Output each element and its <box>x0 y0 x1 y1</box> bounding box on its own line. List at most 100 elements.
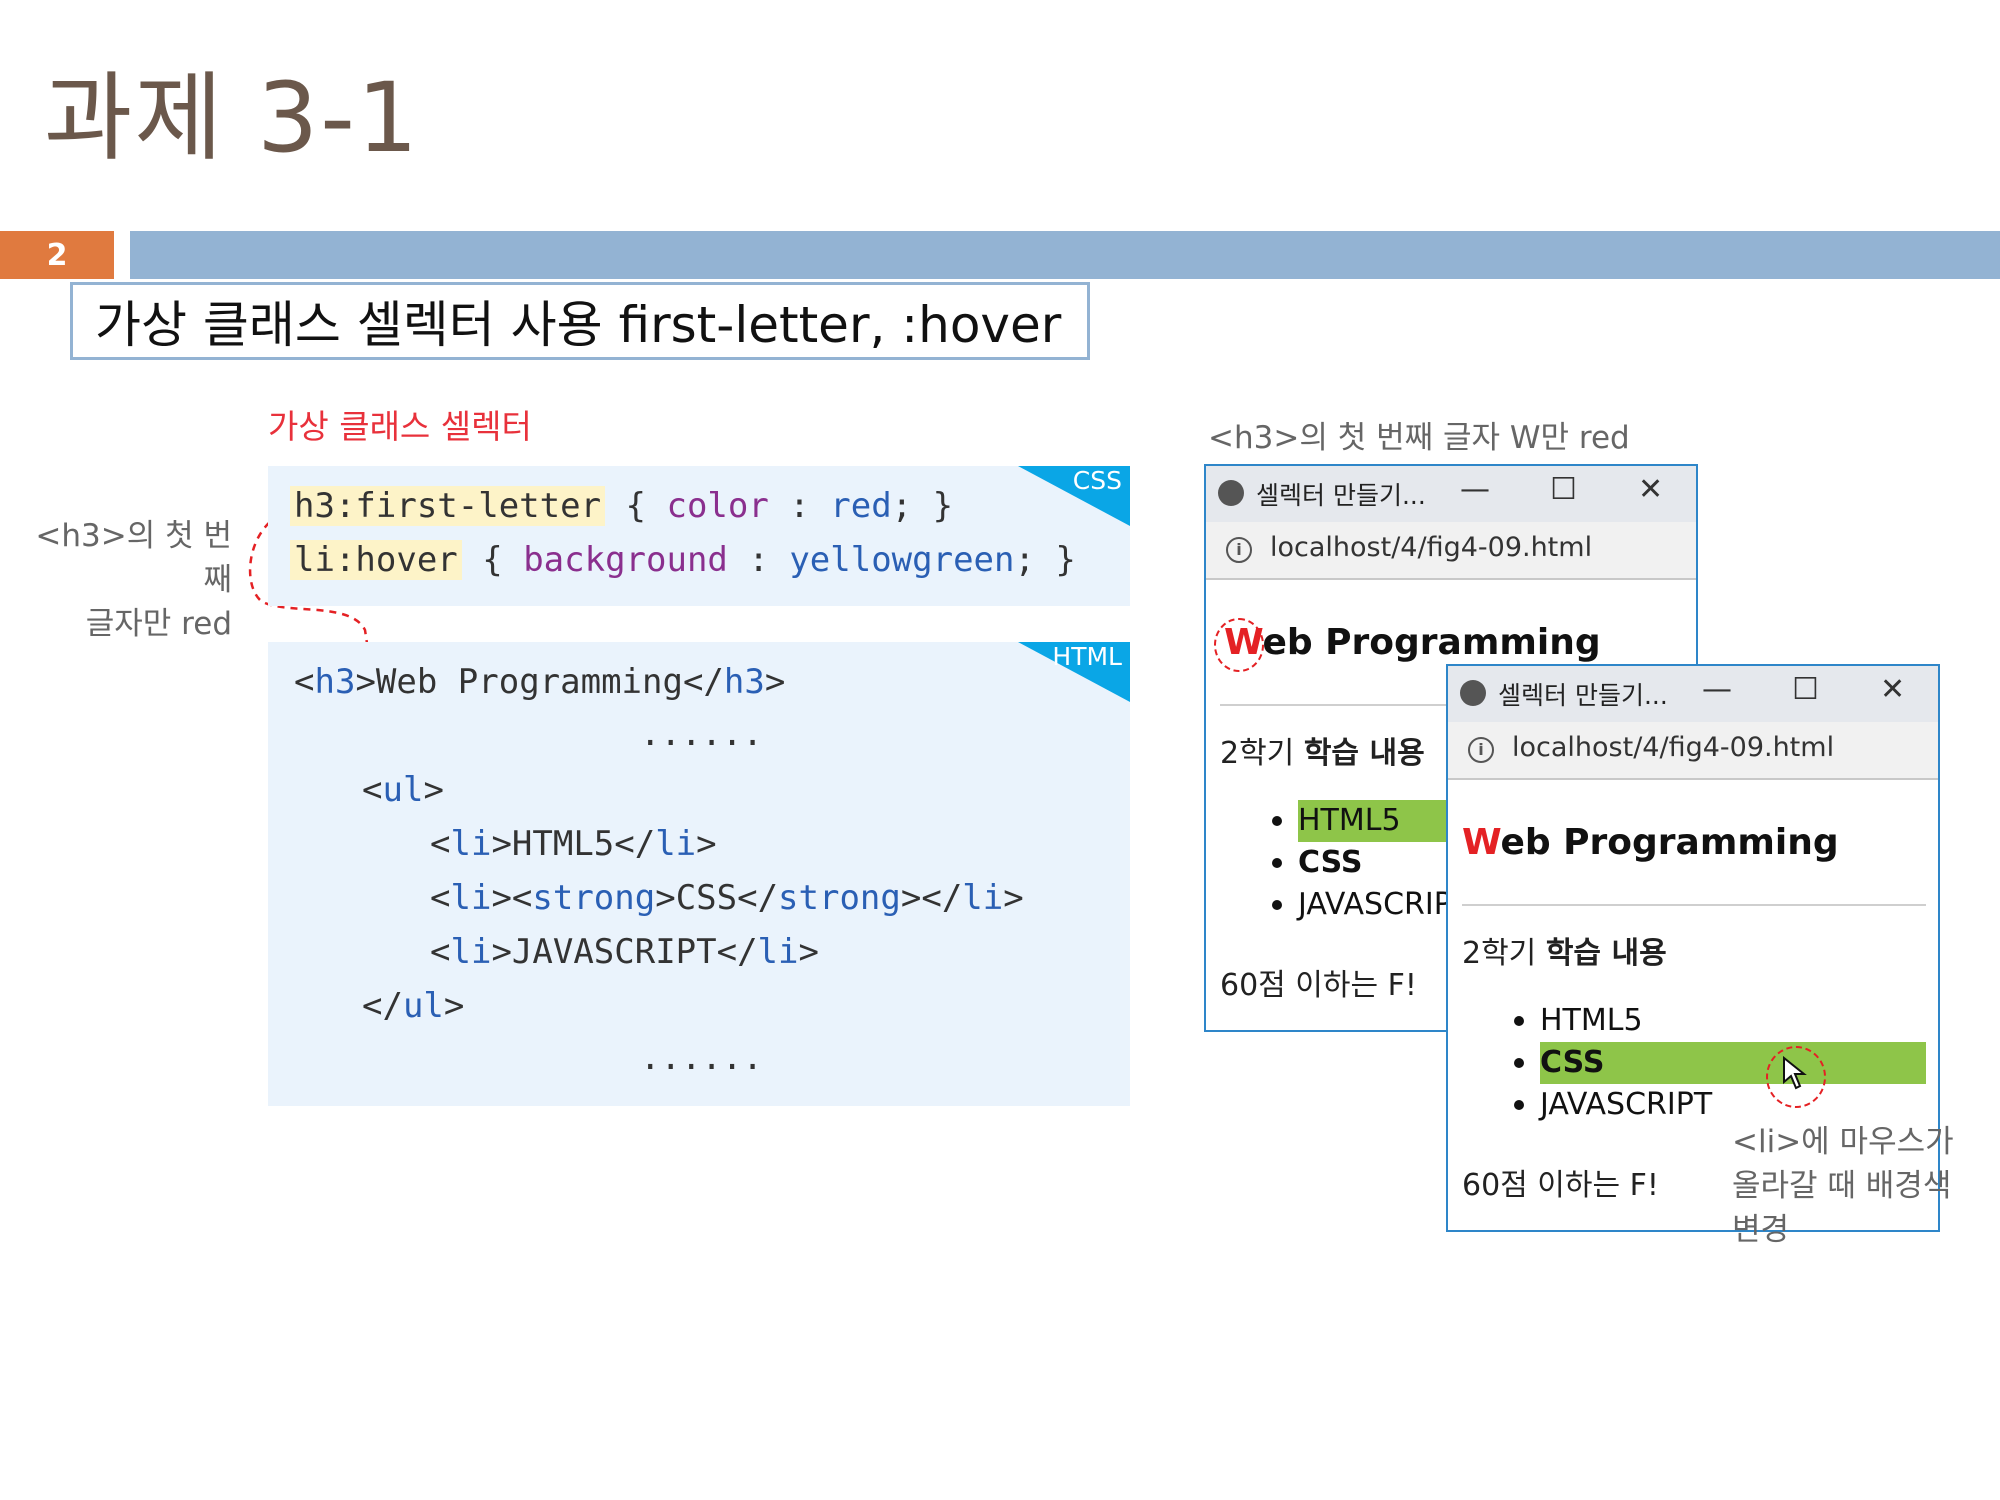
css-tag-label: CSS <box>1072 466 1122 495</box>
browser-2-url[interactable]: localhost/4/fig4-09.html <box>1512 732 1834 763</box>
browser-1-title: 셀렉터 만들기... <box>1256 481 1426 510</box>
browser-1-list-item-2[interactable]: CSS <box>1298 842 1362 884</box>
css-brace: { <box>605 486 667 526</box>
code-punct: < <box>430 932 451 972</box>
first-letter-highlight-circle <box>1214 618 1264 672</box>
header-accent-bar <box>130 231 2000 279</box>
minimize-icon[interactable]: — <box>1460 472 1490 507</box>
css-value: red <box>830 486 892 526</box>
code-tag: h3 <box>314 662 356 702</box>
heading-rest: eb Programming <box>1262 622 1601 663</box>
minimize-icon[interactable]: — <box>1702 672 1732 707</box>
html-line-li-2: <li><strong>CSS</strong></li> <box>430 878 1024 918</box>
page-number-badge: 2 <box>0 231 114 279</box>
browser-1-heading: Web Programming <box>1224 622 1601 663</box>
code-punct: < <box>430 878 451 918</box>
css-selector-1: h3:first-letter <box>290 486 606 526</box>
html-code-panel: HTML <h3>Web Programming</h3> ...... <ul… <box>268 642 1130 1106</box>
css-value: yellowgreen <box>789 540 1015 580</box>
browser-2-paragraph: 2학기 학습 내용 <box>1462 928 1667 972</box>
browser-caption: <h3>의 첫 번째 글자 W만 red <box>1208 420 1630 456</box>
browser-2-titlebar[interactable]: 셀렉터 만들기... — ☐ ✕ <box>1448 666 1938 722</box>
side-note-line-1: <h3>의 첫 번째 <box>35 518 232 598</box>
globe-icon <box>1460 680 1486 706</box>
code-punct: > <box>1003 878 1024 918</box>
side-note-line-2: 글자만 red <box>85 606 232 642</box>
html-ellipsis-1: ...... <box>640 714 763 754</box>
info-icon: i <box>1468 737 1494 763</box>
heading-rest: eb Programming <box>1500 822 1839 863</box>
code-tag: li <box>962 878 1004 918</box>
html-ellipsis-2: ...... <box>640 1038 763 1078</box>
code-text: >JAVASCRIPT</ <box>491 932 758 972</box>
code-tag: h3 <box>723 662 765 702</box>
close-icon[interactable]: ✕ <box>1880 672 1905 707</box>
slide-subtitle: 가상 클래스 셀렉터 사용 first-letter, :hover <box>70 282 1090 360</box>
code-punct: < <box>294 662 315 702</box>
browser-2-list-item-1[interactable]: HTML5 <box>1540 1000 1643 1042</box>
browser-1-footer: 60점 이하는 F! <box>1220 968 1417 1003</box>
css-line-1: h3:first-letter { color : red; } <box>290 486 953 526</box>
code-punct: > <box>423 770 444 810</box>
globe-icon <box>1218 480 1244 506</box>
bullet <box>1272 900 1282 910</box>
css-line-2: li:hover { background : yellowgreen; } <box>290 540 1076 580</box>
browser-2-list-item-2-hovered[interactable]: CSS <box>1540 1042 1926 1084</box>
browser-1-address-bar[interactable]: i localhost/4/fig4-09.html <box>1206 522 1696 580</box>
hover-note-line-1: <li>에 마우스가 <box>1732 1124 1954 1160</box>
browser-1-list-item-3[interactable]: JAVASCRIPT <box>1298 884 1470 926</box>
hover-note-line-2: 올라갈 때 배경색 <box>1732 1168 1952 1204</box>
code-text: >CSS</ <box>655 878 779 918</box>
bullet <box>1514 1100 1524 1110</box>
html-line-h3: <h3>Web Programming</h3> <box>294 662 785 702</box>
para-text: 2학기 <box>1462 936 1546 971</box>
css-close: ; } <box>891 486 954 526</box>
code-tag: li <box>450 878 492 918</box>
browser-1-titlebar[interactable]: 셀렉터 만들기... — ☐ ✕ <box>1206 466 1696 522</box>
maximize-icon[interactable]: ☐ <box>1792 672 1819 707</box>
code-tag: li <box>757 932 799 972</box>
code-tag: ul <box>402 986 444 1026</box>
bullet <box>1272 858 1282 868</box>
browser-2-hr <box>1462 904 1926 906</box>
browser-1-paragraph: 2학기 학습 내용 <box>1220 728 1425 772</box>
css-code-panel: CSS h3:first-letter { color : red; } li:… <box>268 466 1130 606</box>
html-line-ul-close: </ul> <box>362 986 464 1026</box>
browser-2-address-bar[interactable]: i localhost/4/fig4-09.html <box>1448 722 1938 780</box>
code-punct: > <box>443 986 465 1026</box>
code-tag: li <box>655 824 697 864</box>
code-punct: < <box>430 824 451 864</box>
code-punct: > <box>764 662 786 702</box>
css-brace: { <box>461 540 524 580</box>
para-text: 2학기 <box>1220 736 1304 771</box>
maximize-icon[interactable]: ☐ <box>1550 472 1577 507</box>
code-punct: >< <box>491 878 533 918</box>
mouse-cursor-icon <box>1783 1056 1807 1090</box>
html-line-li-3: <li>JAVASCRIPT</li> <box>430 932 819 972</box>
browser-2-list-item-3[interactable]: JAVASCRIPT <box>1540 1084 1712 1126</box>
css-close: ; } <box>1014 540 1076 580</box>
browser-1-url[interactable]: localhost/4/fig4-09.html <box>1270 532 1592 563</box>
css-selector-2: li:hover <box>290 540 462 580</box>
code-punct: > <box>696 824 717 864</box>
pseudo-class-label: 가상 클래스 셀렉터 <box>268 407 532 446</box>
html-line-li-1: <li>HTML5</li> <box>430 824 717 864</box>
hover-note: <li>에 마우스가 올라갈 때 배경색 변경 <box>1732 1120 1954 1252</box>
info-icon: i <box>1226 537 1252 563</box>
code-tag: ul <box>382 770 424 810</box>
html-tag-label: HTML <box>1052 642 1122 671</box>
browser-2-title: 셀렉터 만들기... <box>1498 681 1668 710</box>
code-text: >HTML5</ <box>491 824 656 864</box>
code-text: >Web Programming</ <box>355 662 724 702</box>
browser-2-heading: Web Programming <box>1462 822 1839 863</box>
hover-note-line-3: 변경 <box>1732 1212 1790 1248</box>
para-strong: 학습 내용 <box>1545 936 1667 971</box>
browser-2-footer: 60점 이하는 F! <box>1462 1168 1659 1203</box>
para-strong: 학습 내용 <box>1303 736 1425 771</box>
close-icon[interactable]: ✕ <box>1638 472 1663 507</box>
css-property: background <box>523 540 728 580</box>
code-punct: </ <box>362 986 403 1026</box>
slide-title: 과제 3-1 <box>44 62 420 174</box>
code-tag: strong <box>532 878 656 918</box>
code-tag: li <box>450 824 492 864</box>
